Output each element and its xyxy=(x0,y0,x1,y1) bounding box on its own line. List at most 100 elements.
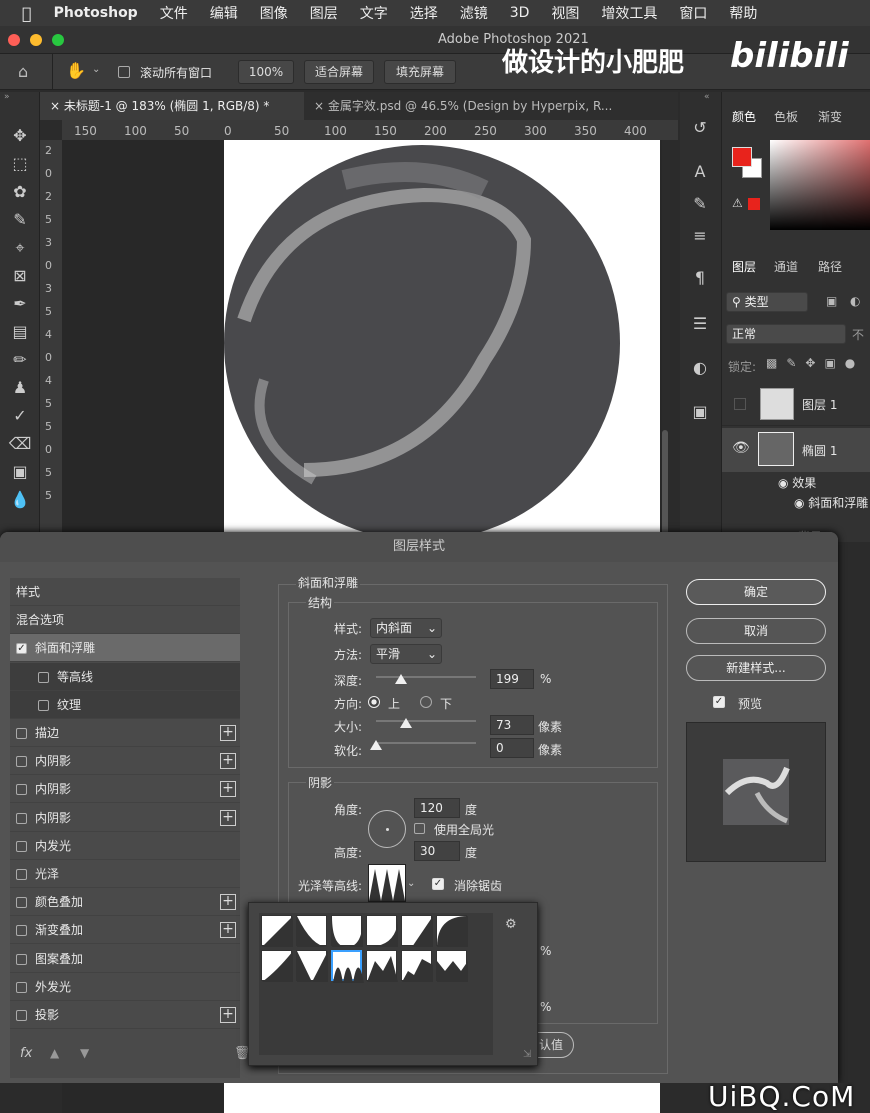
style-checkbox[interactable] xyxy=(16,840,27,852)
menu-image[interactable]: 图像 xyxy=(260,3,288,23)
depth-slider-track[interactable] xyxy=(376,676,476,678)
image-filter-icon[interactable]: ▣ xyxy=(826,294,837,308)
scroll-all-checkbox[interactable] xyxy=(118,66,130,78)
collapse-panel-icon[interactable]: « xyxy=(704,92,710,102)
style-list-item[interactable]: 外发光 xyxy=(10,973,240,1001)
arrow-up-icon[interactable]: ▲ xyxy=(50,1046,59,1060)
adjustments-panel-icon[interactable]: ☰ xyxy=(680,310,720,338)
contour-preset[interactable] xyxy=(331,915,363,947)
add-effect-icon[interactable]: + xyxy=(220,894,236,911)
character-panel-icon[interactable]: A xyxy=(680,158,720,186)
depth-input[interactable]: 199 xyxy=(490,669,534,689)
tab-swatches[interactable]: 色板 xyxy=(774,108,798,125)
menu-help[interactable]: 帮助 xyxy=(729,3,757,23)
tab-untitled[interactable]: × 未标题-1 @ 183% (椭圆 1, RGB/8) * xyxy=(40,92,304,120)
eyedropper-tool-icon[interactable]: ✒ xyxy=(0,290,40,318)
chevron-down-icon[interactable]: ⌄ xyxy=(407,878,415,889)
adjust-filter-icon[interactable]: ◐ xyxy=(850,294,860,308)
style-checkbox[interactable]: ✓ xyxy=(16,643,27,655)
ok-button[interactable]: 确定 xyxy=(686,579,826,605)
hand-tool-icon[interactable]: ✋ xyxy=(66,61,86,80)
effect-item[interactable]: ◉ 斜面和浮雕 xyxy=(794,494,868,511)
style-list-item[interactable]: 投影 + xyxy=(10,1001,240,1029)
canvas-area[interactable] xyxy=(62,140,668,540)
arrow-down-icon[interactable]: ▼ xyxy=(80,1046,89,1060)
tab-paths[interactable]: 路径 xyxy=(818,258,842,275)
contour-preset[interactable] xyxy=(261,950,293,982)
style-list-item[interactable]: 内阴影 + xyxy=(10,804,240,832)
lasso-tool-icon[interactable]: ✿ xyxy=(0,178,40,206)
libraries-panel-icon[interactable]: ▣ xyxy=(680,398,720,426)
menu-layer[interactable]: 图层 xyxy=(310,3,338,23)
gear-icon[interactable]: ⚙ xyxy=(505,917,517,932)
menu-view[interactable]: 视图 xyxy=(551,3,579,23)
global-light-checkbox[interactable] xyxy=(414,823,425,834)
menu-type[interactable]: 文字 xyxy=(360,3,388,23)
add-effect-icon[interactable]: + xyxy=(220,753,236,770)
menu-select[interactable]: 选择 xyxy=(410,3,438,23)
soften-slider-thumb[interactable] xyxy=(370,740,382,750)
add-effect-icon[interactable]: + xyxy=(220,1007,236,1023)
style-checkbox[interactable] xyxy=(16,925,27,937)
lock-icons[interactable]: ▩✎✥▣● xyxy=(766,356,864,370)
chevron-down-icon[interactable]: ⌄ xyxy=(92,64,100,75)
home-icon[interactable]: ⌂ xyxy=(18,62,28,81)
eye-icon[interactable]: ◉ xyxy=(778,476,792,490)
layer-filter-select[interactable]: ⚲ 类型 xyxy=(726,292,808,312)
layer-row-1[interactable]: 图层 1 xyxy=(722,384,870,426)
style-checkbox[interactable] xyxy=(16,756,27,768)
antialias-checkbox[interactable]: ✓ xyxy=(432,878,444,890)
style-checkbox[interactable] xyxy=(16,1010,27,1021)
contour-preset[interactable] xyxy=(436,915,468,947)
preview-checkbox[interactable]: ✓ xyxy=(713,696,725,708)
collapse-icon[interactable]: » xyxy=(4,92,10,102)
soften-slider-track[interactable] xyxy=(376,742,476,744)
size-slider-thumb[interactable] xyxy=(400,718,412,728)
zoom-window-button[interactable] xyxy=(52,34,64,46)
marquee-tool-icon[interactable]: ⬚ xyxy=(0,150,40,178)
style-list-item[interactable]: 渐变叠加 + xyxy=(10,916,240,945)
style-list-item[interactable]: 内发光 xyxy=(10,832,240,860)
history-brush-tool-icon[interactable]: ✓ xyxy=(0,402,40,430)
history-panel-icon[interactable]: ↺ xyxy=(680,114,720,142)
visibility-toggle-off[interactable] xyxy=(734,398,746,410)
contour-preset[interactable] xyxy=(366,950,398,982)
style-list-item[interactable]: 内阴影 + xyxy=(10,747,240,776)
technique-select[interactable]: 平滑 ⌄ xyxy=(370,644,442,664)
stamp-tool-icon[interactable]: ♟ xyxy=(0,374,40,402)
crop-tool-icon[interactable]: ⌖ xyxy=(0,234,40,262)
blur-tool-icon[interactable]: 💧 xyxy=(0,486,40,514)
gloss-contour-preview[interactable] xyxy=(368,864,406,902)
vertical-scrollbar[interactable] xyxy=(662,430,668,540)
eye-icon[interactable]: ◉ xyxy=(794,496,808,510)
paragraph-panel-icon[interactable]: ¶ xyxy=(680,264,720,292)
style-list-item[interactable]: 样式 xyxy=(10,578,240,606)
altitude-input[interactable]: 30 xyxy=(414,841,460,861)
eraser-tool-icon[interactable]: ⌫ xyxy=(0,430,40,458)
bevel-style-select[interactable]: 内斜面 ⌄ xyxy=(370,618,442,638)
style-checkbox[interactable] xyxy=(16,812,27,824)
healing-tool-icon[interactable]: ▤ xyxy=(0,318,40,346)
close-tab-icon[interactable]: × xyxy=(50,99,60,113)
close-window-button[interactable] xyxy=(8,34,20,46)
move-tool-icon[interactable]: ✥ xyxy=(0,122,40,150)
style-checkbox[interactable] xyxy=(38,699,49,711)
size-slider-track[interactable] xyxy=(376,720,476,722)
cancel-button[interactable]: 取消 xyxy=(686,618,826,644)
brush-settings-icon[interactable]: ✎ xyxy=(680,190,720,218)
contour-preset[interactable] xyxy=(366,915,398,947)
add-effect-icon[interactable]: + xyxy=(220,809,236,826)
contour-preset[interactable] xyxy=(261,915,293,947)
zoom-100-button[interactable]: 100% xyxy=(238,60,294,84)
menu-plugins[interactable]: 增效工具 xyxy=(601,3,657,23)
frame-tool-icon[interactable]: ⊠ xyxy=(0,262,40,290)
fill-screen-button[interactable]: 填充屏幕 xyxy=(384,60,456,84)
style-list-item[interactable]: 颜色叠加 + xyxy=(10,888,240,917)
menu-window[interactable]: 窗口 xyxy=(679,3,707,23)
style-checkbox[interactable] xyxy=(16,897,27,909)
direction-down-radio[interactable] xyxy=(420,696,432,708)
size-input[interactable]: 73 xyxy=(490,715,534,735)
quick-select-tool-icon[interactable]: ✎ xyxy=(0,206,40,234)
style-list-item[interactable]: 纹理 xyxy=(10,690,240,719)
contour-preset[interactable] xyxy=(401,915,433,947)
